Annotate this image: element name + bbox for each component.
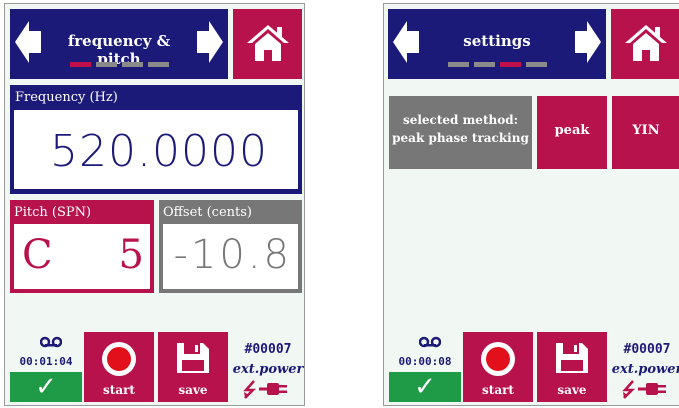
recording-timer: 00:01:04 bbox=[19, 355, 73, 368]
start-button[interactable]: start bbox=[463, 332, 533, 402]
home-button[interactable] bbox=[233, 9, 302, 79]
recording-status: 00:01:04 bbox=[10, 334, 82, 372]
selected-method-value: peak phase tracking bbox=[392, 131, 529, 145]
start-label: start bbox=[482, 383, 514, 397]
home-icon bbox=[247, 25, 289, 61]
settings-page-title: settings bbox=[463, 32, 531, 50]
power-status-icons bbox=[243, 380, 287, 399]
settings-page-indicator bbox=[388, 62, 606, 67]
right-arrow-icon[interactable] bbox=[197, 21, 223, 63]
frequency-panel: Frequency (Hz) 520.0000 bbox=[10, 85, 302, 194]
peak-method-label: peak bbox=[554, 123, 590, 138]
plug-icon bbox=[638, 383, 666, 395]
save-label: save bbox=[178, 383, 208, 397]
home-icon bbox=[625, 25, 667, 61]
page-indicator bbox=[10, 62, 228, 67]
yin-method-button[interactable]: YIN bbox=[612, 96, 679, 169]
device-id: #00007 bbox=[623, 342, 671, 357]
right-arrow-icon[interactable] bbox=[575, 21, 601, 63]
recording-timer: 00:00:08 bbox=[398, 355, 452, 368]
page-dot-4 bbox=[147, 62, 169, 67]
floppy-save-icon bbox=[177, 343, 209, 373]
page-navigator: frequency & pitch bbox=[10, 9, 228, 79]
offset-display: -10.8 bbox=[163, 224, 298, 289]
page-dot-4 bbox=[525, 62, 547, 67]
page-dot-2 bbox=[473, 62, 495, 67]
peak-method-button[interactable]: peak bbox=[537, 96, 607, 169]
confirm-button[interactable]: ✓ bbox=[389, 372, 461, 402]
power-status-icons bbox=[622, 380, 666, 399]
left-arrow-icon[interactable] bbox=[15, 21, 41, 63]
pitch-label: Pitch (SPN) bbox=[14, 205, 92, 220]
frequency-display: 520.0000 bbox=[14, 110, 298, 189]
check-icon: ✓ bbox=[35, 372, 57, 402]
yin-method-label: YIN bbox=[632, 123, 660, 138]
save-button[interactable]: save bbox=[158, 332, 228, 402]
page-dot-2 bbox=[95, 62, 117, 67]
home-button[interactable] bbox=[611, 9, 679, 79]
page-dot-1 bbox=[447, 62, 469, 67]
power-label: ext.power bbox=[232, 362, 304, 377]
frequency-label: Frequency (Hz) bbox=[15, 90, 118, 105]
page-dot-3 bbox=[499, 62, 521, 67]
settings-page-navigator: settings bbox=[388, 9, 606, 79]
frequency-value: 520.0000 bbox=[50, 126, 268, 177]
pitch-panel: Pitch (SPN) C 5 bbox=[10, 200, 154, 293]
offset-panel: Offset (cents) -10.8 bbox=[159, 200, 302, 293]
settings-screen: settings selected method: peak phase tra… bbox=[383, 3, 679, 406]
lightning-icon bbox=[622, 380, 636, 399]
pitch-note: C bbox=[22, 232, 53, 278]
offset-label: Offset (cents) bbox=[163, 205, 253, 220]
tape-icon bbox=[419, 336, 441, 348]
floppy-save-icon bbox=[556, 343, 588, 373]
lightning-icon bbox=[243, 380, 257, 399]
pitch-display: C 5 bbox=[14, 224, 150, 289]
page-dot-1 bbox=[69, 62, 91, 67]
selected-method-text: selected method: peak phase tracking bbox=[389, 111, 532, 147]
plug-icon bbox=[259, 383, 287, 395]
selected-method-title: selected method: bbox=[402, 113, 519, 127]
record-icon bbox=[102, 342, 136, 376]
device-id: #00007 bbox=[244, 342, 292, 357]
power-label: ext.power bbox=[611, 362, 679, 377]
frequency-pitch-screen: frequency & pitch Frequency (Hz) 520.000… bbox=[4, 3, 305, 406]
start-button[interactable]: start bbox=[84, 332, 154, 402]
offset-value: -10.8 bbox=[173, 232, 292, 278]
save-button[interactable]: save bbox=[537, 332, 607, 402]
selected-method-panel: selected method: peak phase tracking bbox=[389, 96, 532, 169]
save-label: save bbox=[557, 383, 587, 397]
record-icon bbox=[481, 342, 515, 376]
left-arrow-icon[interactable] bbox=[393, 21, 419, 63]
check-icon: ✓ bbox=[414, 372, 436, 402]
page-dot-3 bbox=[121, 62, 143, 67]
start-label: start bbox=[103, 383, 135, 397]
recording-status: 00:00:08 bbox=[389, 334, 461, 372]
confirm-button[interactable]: ✓ bbox=[10, 372, 82, 402]
pitch-octave: 5 bbox=[118, 232, 144, 278]
tape-icon bbox=[40, 336, 62, 348]
